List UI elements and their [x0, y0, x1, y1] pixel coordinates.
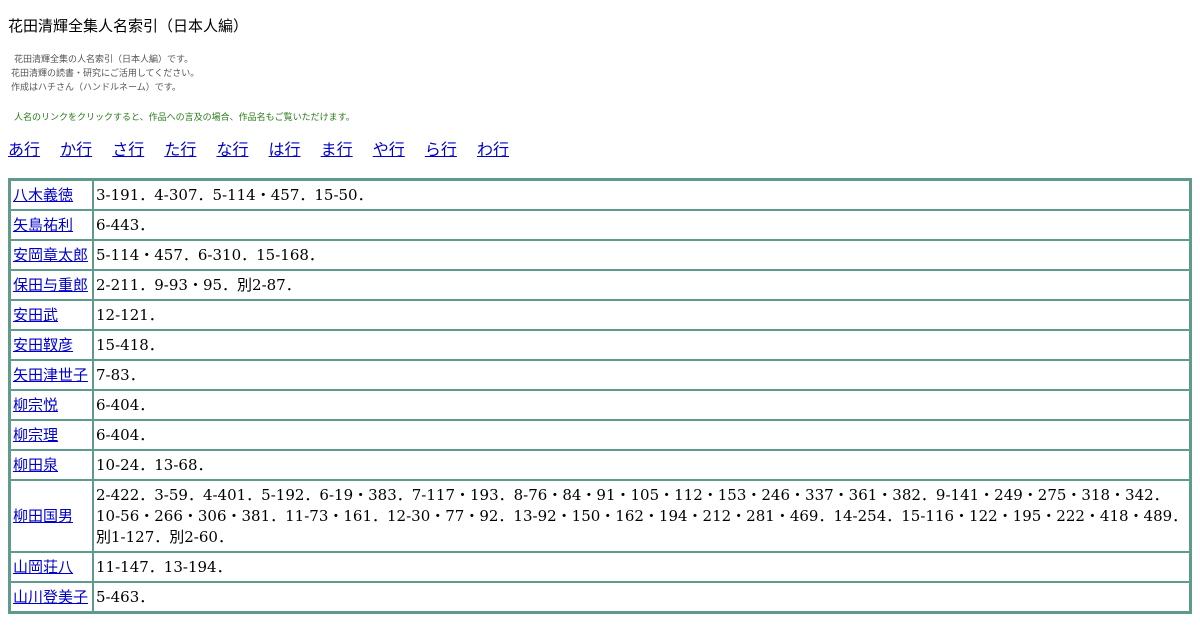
nav-link-a-row[interactable]: あ行 [8, 140, 40, 159]
person-link[interactable]: 矢田津世子 [13, 366, 88, 384]
name-cell: 柳田国男 [10, 480, 93, 552]
page-title: 花田清輝全集人名索引（日本人編） [8, 17, 249, 35]
page-refs: 6-404． [93, 390, 1190, 420]
intro-line: 花田清輝の読書・研究にご活用してください。 [11, 69, 200, 79]
table-row: 保田与重郎 2-211．9-93・95．別2-87． [10, 270, 1190, 300]
person-link[interactable]: 矢島祐利 [13, 216, 73, 234]
person-link[interactable]: 山川登美子 [13, 588, 88, 606]
person-link[interactable]: 柳田泉 [13, 456, 58, 474]
intro-line: 花田清輝全集の人名索引（日本人編）です。 [14, 55, 194, 65]
person-link[interactable]: 安岡章太郎 [13, 246, 88, 264]
person-link[interactable]: 山岡荘八 [13, 558, 73, 576]
name-cell: 柳宗悦 [10, 390, 93, 420]
name-cell: 矢島祐利 [10, 210, 93, 240]
nav-link-ha-row[interactable]: は行 [269, 140, 301, 159]
page-refs: 5-463． [93, 582, 1190, 612]
page-refs: 10-24．13-68． [93, 450, 1190, 480]
person-link[interactable]: 安田武 [13, 306, 58, 324]
page-refs: 12-121． [93, 300, 1190, 330]
nav-link-ka-row[interactable]: か行 [60, 140, 92, 159]
intro-line: 作成はハチさん（ハンドルネーム）です。 [11, 83, 181, 93]
page-refs: 6-443． [93, 210, 1190, 240]
name-cell: 保田与重郎 [10, 270, 93, 300]
name-cell: 山岡荘八 [10, 552, 93, 582]
nav-link-ya-row[interactable]: や行 [373, 140, 405, 159]
person-link[interactable]: 安田靫彦 [13, 336, 73, 354]
page-refs: 6-404． [93, 420, 1190, 450]
page-refs: 15-418． [93, 330, 1190, 360]
nav-link-ma-row[interactable]: ま行 [321, 140, 353, 159]
page-refs: 7-83． [93, 360, 1190, 390]
kana-row-nav: あ行 か行 さ行 た行 な行 は行 ま行 や行 ら行 わ行 [8, 140, 524, 160]
page-refs: 2-422．3-59．4-401．5-192．6-19・383．7-117・19… [93, 480, 1190, 552]
page-refs: 5-114・457．6-310．15-168． [93, 240, 1190, 270]
name-cell: 安田靫彦 [10, 330, 93, 360]
table-row: 柳宗悦 6-404． [10, 390, 1190, 420]
person-link[interactable]: 八木義徳 [13, 186, 73, 204]
name-cell: 安田武 [10, 300, 93, 330]
page-refs: 11-147．13-194． [93, 552, 1190, 582]
table-row: 柳宗理 6-404． [10, 420, 1190, 450]
name-cell: 矢田津世子 [10, 360, 93, 390]
person-link[interactable]: 柳宗理 [13, 426, 58, 444]
nav-link-ta-row[interactable]: た行 [164, 140, 196, 159]
table-row: 安田武 12-121． [10, 300, 1190, 330]
table-row: 山川登美子 5-463． [10, 582, 1190, 612]
table-row: 矢島祐利 6-443． [10, 210, 1190, 240]
name-cell: 山川登美子 [10, 582, 93, 612]
table-row: 柳田国男 2-422．3-59．4-401．5-192．6-19・383．7-1… [10, 480, 1190, 552]
nav-link-sa-row[interactable]: さ行 [112, 140, 144, 159]
page-refs: 2-211．9-93・95．別2-87． [93, 270, 1190, 300]
person-link[interactable]: 保田与重郎 [13, 276, 88, 294]
nav-link-wa-row[interactable]: わ行 [477, 140, 509, 159]
name-index-table: 八木義徳 3-191．4-307．5-114・457．15-50． 矢島祐利 6… [8, 178, 1192, 614]
table-row: 山岡荘八 11-147．13-194． [10, 552, 1190, 582]
table-row: 安岡章太郎 5-114・457．6-310．15-168． [10, 240, 1190, 270]
table-row: 安田靫彦 15-418． [10, 330, 1190, 360]
name-cell: 八木義徳 [10, 180, 93, 210]
page-refs: 3-191．4-307．5-114・457．15-50． [93, 180, 1190, 210]
name-cell: 安岡章太郎 [10, 240, 93, 270]
person-link[interactable]: 柳田国男 [13, 507, 73, 525]
name-cell: 柳田泉 [10, 450, 93, 480]
nav-link-ra-row[interactable]: ら行 [425, 140, 457, 159]
table-row: 八木義徳 3-191．4-307．5-114・457．15-50． [10, 180, 1190, 210]
person-link[interactable]: 柳宗悦 [13, 396, 58, 414]
name-cell: 柳宗理 [10, 420, 93, 450]
usage-note: 人名のリンクをクリックすると、作品への言及の場合、作品名もご覧いただけます。 [14, 113, 355, 123]
table-row: 矢田津世子 7-83． [10, 360, 1190, 390]
table-row: 柳田泉 10-24．13-68． [10, 450, 1190, 480]
intro-text: 花田清輝全集の人名索引（日本人編）です。 花田清輝の読書・研究にご活用してくださ… [11, 53, 199, 95]
nav-link-na-row[interactable]: な行 [216, 140, 248, 159]
